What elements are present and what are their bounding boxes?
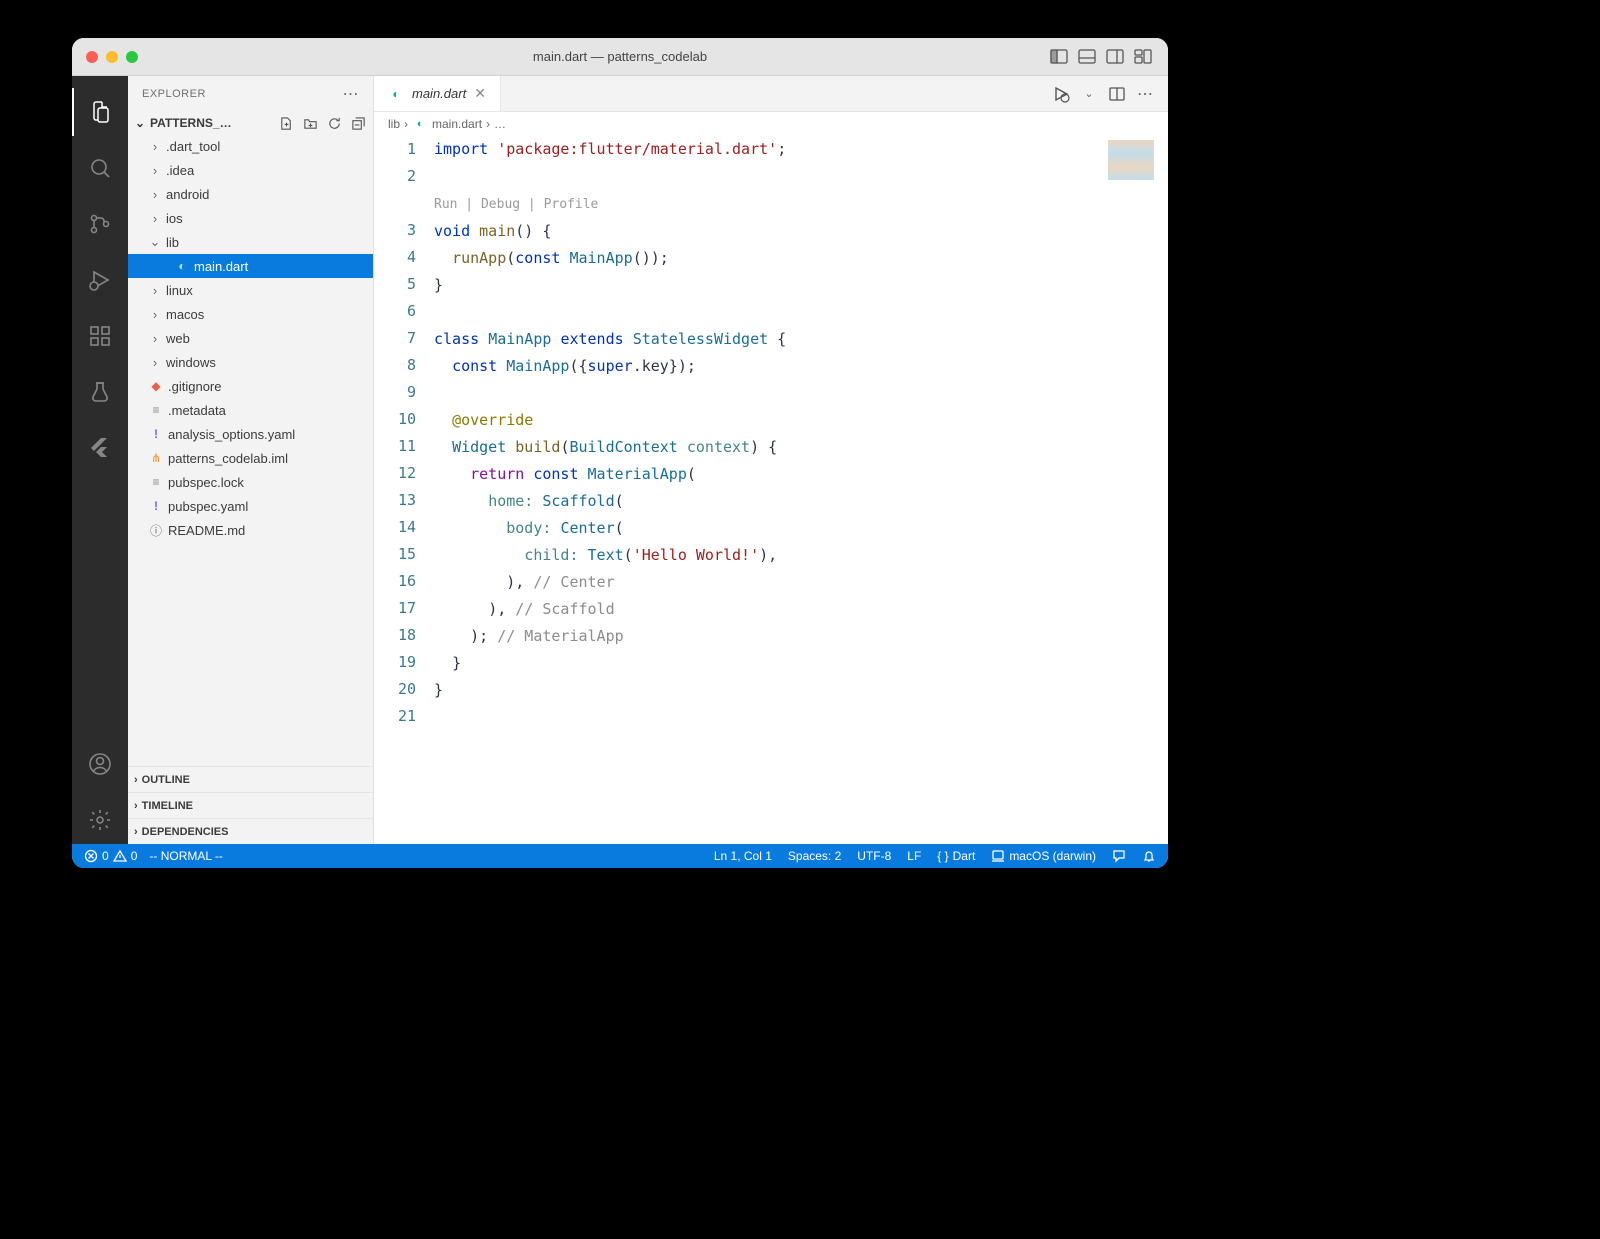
sidebar-header: EXPLORER ⋯ <box>128 76 373 112</box>
split-editor-icon[interactable] <box>1108 85 1126 103</box>
search-activity-icon[interactable] <box>72 144 128 192</box>
tree-file[interactable]: ⓘREADME.md <box>128 518 373 542</box>
tree-folder[interactable]: ›web <box>128 326 373 350</box>
test-activity-icon[interactable] <box>72 368 128 416</box>
timeline-section[interactable]: ›TIMELINE <box>128 792 373 818</box>
status-errors[interactable]: 0 0 <box>84 849 137 863</box>
tree-file[interactable]: ≡.metadata <box>128 398 373 422</box>
more-icon[interactable]: ⋯ <box>1136 85 1154 103</box>
explorer-title: EXPLORER <box>142 88 206 100</box>
new-folder-icon[interactable] <box>301 114 319 132</box>
tree-folder[interactable]: ›.idea <box>128 158 373 182</box>
tree-file[interactable]: !analysis_options.yaml <box>128 422 373 446</box>
run-icon[interactable] <box>1052 85 1070 103</box>
dart-file-icon: ◐ <box>174 258 190 274</box>
collapse-all-icon[interactable] <box>349 114 367 132</box>
explorer-more-icon[interactable]: ⋯ <box>343 84 360 104</box>
window-title: main.dart — patterns_codelab <box>533 49 707 64</box>
tab-label: main.dart <box>412 86 466 101</box>
titlebar-right <box>1048 48 1154 66</box>
dependencies-section[interactable]: ›DEPENDENCIES <box>128 818 373 844</box>
tree-folder[interactable]: ›ios <box>128 206 373 230</box>
project-row[interactable]: ⌄ PATTERNS_… <box>128 112 373 134</box>
yaml-file-icon: ! <box>148 498 164 514</box>
dart-file-icon: ◐ <box>412 116 428 132</box>
titlebar: main.dart — patterns_codelab <box>72 38 1168 76</box>
yaml-file-icon: ! <box>148 426 164 442</box>
layout-secondary-icon[interactable] <box>1104 48 1126 66</box>
source-control-activity-icon[interactable] <box>72 200 128 248</box>
close-window-icon[interactable] <box>86 51 98 63</box>
activity-bar <box>72 76 128 844</box>
extensions-activity-icon[interactable] <box>72 312 128 360</box>
status-vim-mode: -- NORMAL -- <box>149 849 223 863</box>
status-encoding[interactable]: UTF-8 <box>857 849 891 863</box>
line-gutter: 123456789101112131415161718192021 <box>374 136 434 844</box>
layout-primary-icon[interactable] <box>1048 48 1070 66</box>
status-device[interactable]: macOS (darwin) <box>991 849 1096 863</box>
file-icon: ≡ <box>148 402 164 418</box>
tab-main-dart[interactable]: ◐ main.dart ✕ <box>374 76 501 111</box>
status-language[interactable]: { } Dart <box>937 849 975 863</box>
layout-panel-icon[interactable] <box>1076 48 1098 66</box>
breadcrumb[interactable]: lib› ◐ main.dart› … <box>374 112 1168 136</box>
tree-file[interactable]: !pubspec.yaml <box>128 494 373 518</box>
new-file-icon[interactable] <box>277 114 295 132</box>
close-tab-icon[interactable]: ✕ <box>474 85 486 102</box>
editor: ◐ main.dart ✕ ⌄ ⋯ lib› ◐ main.dart› … 12… <box>374 76 1168 844</box>
dart-file-icon: ◐ <box>388 86 404 102</box>
git-file-icon: ◆ <box>148 378 164 394</box>
refresh-icon[interactable] <box>325 114 343 132</box>
tree-file[interactable]: ⋔patterns_codelab.iml <box>128 446 373 470</box>
traffic-lights <box>86 51 138 63</box>
tree-file-main-dart[interactable]: ◐main.dart <box>128 254 373 278</box>
tree-folder[interactable]: ›android <box>128 182 373 206</box>
tree-file[interactable]: ◆.gitignore <box>128 374 373 398</box>
tree-folder[interactable]: ›windows <box>128 350 373 374</box>
explorer-activity-icon[interactable] <box>72 88 128 136</box>
tree-folder[interactable]: ›macos <box>128 302 373 326</box>
status-bell-icon[interactable] <box>1142 849 1156 863</box>
tab-bar: ◐ main.dart ✕ ⌄ ⋯ <box>374 76 1168 112</box>
status-spaces[interactable]: Spaces: 2 <box>788 849 841 863</box>
sidebar: EXPLORER ⋯ ⌄ PATTERNS_… ›.dart_tool ›.id… <box>128 76 374 844</box>
tree-folder-lib[interactable]: ⌄lib <box>128 230 373 254</box>
debug-activity-icon[interactable] <box>72 256 128 304</box>
readme-file-icon: ⓘ <box>148 522 164 538</box>
maximize-window-icon[interactable] <box>126 51 138 63</box>
account-activity-icon[interactable] <box>72 740 128 788</box>
status-feedback-icon[interactable] <box>1112 849 1126 863</box>
chevron-down-icon[interactable]: ⌄ <box>1080 85 1098 103</box>
minimize-window-icon[interactable] <box>106 51 118 63</box>
tree-file[interactable]: ≡pubspec.lock <box>128 470 373 494</box>
layout-customize-icon[interactable] <box>1132 48 1154 66</box>
tree-folder[interactable]: ›linux <box>128 278 373 302</box>
chevron-down-icon: ⌄ <box>132 116 148 130</box>
flutter-activity-icon[interactable] <box>72 424 128 472</box>
status-eol[interactable]: LF <box>907 849 921 863</box>
code-content[interactable]: import 'package:flutter/material.dart'; … <box>434 136 1168 844</box>
iml-file-icon: ⋔ <box>148 450 164 466</box>
codelens[interactable]: Run | Debug | Profile <box>434 197 598 212</box>
project-name: PATTERNS_… <box>150 116 232 130</box>
minimap[interactable] <box>1108 140 1154 180</box>
file-icon: ≡ <box>148 474 164 490</box>
tree-folder[interactable]: ›.dart_tool <box>128 134 373 158</box>
settings-activity-icon[interactable] <box>72 796 128 844</box>
file-tree: ›.dart_tool ›.idea ›android ›ios ⌄lib ◐m… <box>128 134 373 766</box>
status-position[interactable]: Ln 1, Col 1 <box>714 849 772 863</box>
code-area[interactable]: 123456789101112131415161718192021 import… <box>374 136 1168 844</box>
outline-section[interactable]: ›OUTLINE <box>128 766 373 792</box>
status-bar: 0 0 -- NORMAL -- Ln 1, Col 1 Spaces: 2 U… <box>72 844 1168 868</box>
